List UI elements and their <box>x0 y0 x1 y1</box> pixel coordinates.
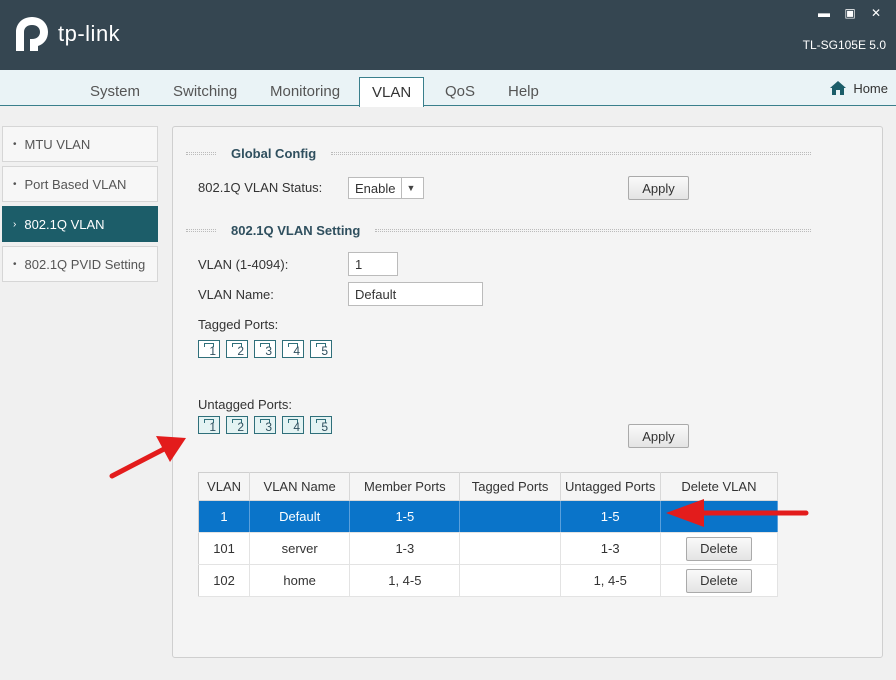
untagged-port-3[interactable]: 3 <box>254 416 276 434</box>
vlan-id-label: VLAN (1-4094): <box>198 257 289 272</box>
header-vlan-name: VLAN Name <box>249 472 351 501</box>
tab-monitoring[interactable]: Monitoring <box>270 83 340 100</box>
cell-delete: Delete <box>660 564 779 597</box>
header-untagged-ports: Untagged Ports <box>560 472 661 501</box>
cell-member-ports: 1, 4-5 <box>349 564 461 597</box>
vlan-name-label: VLAN Name: <box>198 287 274 302</box>
untagged-ports-group: 1 2 3 4 5 <box>198 416 332 434</box>
tagged-port-3[interactable]: 3 <box>254 340 276 358</box>
delete-button[interactable]: Delete <box>685 536 752 561</box>
home-link[interactable]: Home <box>829 80 888 96</box>
device-model: TL-SG105E 5.0 <box>802 38 886 52</box>
bullet-icon: • <box>13 138 17 150</box>
table-row[interactable]: 1 Default 1-5 1-5 <box>198 500 779 533</box>
sidebar-item-8021q-pvid-setting[interactable]: • 802.1Q PVID Setting <box>2 246 158 282</box>
untagged-port-1[interactable]: 1 <box>198 416 220 434</box>
tp-link-logo: tp-link <box>12 14 120 54</box>
sidebar-item-label: Port Based VLAN <box>24 176 127 192</box>
vlan-table: VLAN VLAN Name Member Ports Tagged Ports… <box>198 472 779 597</box>
cell-vlan-name: home <box>249 564 351 597</box>
cell-tagged-ports <box>459 564 561 597</box>
cell-untagged-ports: 1, 4-5 <box>560 564 661 597</box>
vlan-name-input[interactable] <box>348 282 483 306</box>
sidebar-item-label: MTU VLAN <box>24 136 91 152</box>
vlan-status-value: Enable <box>355 180 396 196</box>
global-config-title: Global Config <box>231 146 317 161</box>
section-divider <box>331 152 811 155</box>
sidebar-item-port-based-vlan[interactable]: • Port Based VLAN <box>2 166 158 202</box>
sidebar-item-label: 802.1Q VLAN <box>24 216 105 232</box>
maximize-icon[interactable]: ▣ <box>844 6 856 20</box>
tagged-ports-group: 1 2 3 4 5 <box>198 340 332 358</box>
bullet-icon: • <box>13 258 17 270</box>
close-icon[interactable]: ✕ <box>870 6 882 20</box>
table-row[interactable]: 101 server 1-3 1-3 Delete <box>198 532 779 565</box>
vlan-status-select[interactable]: Enable ▼ <box>348 177 424 199</box>
section-divider <box>186 152 216 155</box>
bullet-icon: • <box>13 178 17 190</box>
untagged-port-2[interactable]: 2 <box>226 416 248 434</box>
sidebar-item-mtu-vlan[interactable]: • MTU VLAN <box>2 126 158 162</box>
header-vlan: VLAN <box>198 472 251 501</box>
table-row[interactable]: 102 home 1, 4-5 1, 4-5 Delete <box>198 564 779 597</box>
tab-system[interactable]: System <box>90 83 140 100</box>
table-header-row: VLAN VLAN Name Member Ports Tagged Ports… <box>198 472 779 501</box>
tab-help[interactable]: Help <box>508 83 539 100</box>
tab-vlan[interactable]: VLAN <box>359 77 425 107</box>
cell-member-ports: 1-5 <box>349 500 461 533</box>
untagged-port-4[interactable]: 4 <box>282 416 304 434</box>
cell-member-ports: 1-3 <box>349 532 461 565</box>
sidebar-item-label: 802.1Q PVID Setting <box>24 256 146 272</box>
header-tagged-ports: Tagged Ports <box>459 472 561 501</box>
section-divider <box>186 229 216 232</box>
home-icon <box>830 81 847 95</box>
tagged-port-5[interactable]: 5 <box>310 340 332 358</box>
vlan-setting-title: 802.1Q VLAN Setting <box>231 223 361 238</box>
brand-name: tp-link <box>58 21 121 46</box>
header-delete-vlan: Delete VLAN <box>660 472 779 501</box>
cell-vlan: 1 <box>198 500 251 533</box>
delete-button[interactable]: Delete <box>685 568 752 593</box>
chevron-down-icon: ▼ <box>401 178 419 198</box>
cell-vlan: 101 <box>198 532 251 565</box>
cell-vlan: 102 <box>198 564 251 597</box>
sidebar-item-8021q-vlan[interactable]: › 802.1Q VLAN <box>2 206 158 242</box>
tp-link-logo-icon <box>16 17 48 51</box>
chevron-right-icon: › <box>13 218 17 230</box>
cell-untagged-ports: 1-5 <box>560 500 661 533</box>
tab-qos[interactable]: QoS <box>445 83 475 100</box>
cell-tagged-ports <box>459 532 561 565</box>
cell-delete: Delete <box>660 532 779 565</box>
tagged-port-4[interactable]: 4 <box>282 340 304 358</box>
cell-delete <box>660 500 779 533</box>
cell-tagged-ports <box>459 500 561 533</box>
tagged-ports-label: Tagged Ports: <box>198 317 279 332</box>
cell-vlan-name: Default <box>249 500 351 533</box>
global-apply-button[interactable]: Apply <box>628 176 689 200</box>
section-divider <box>375 229 811 232</box>
title-bar: tp-link ▬ ▣ ✕ TL-SG105E 5.0 <box>0 0 896 70</box>
vlan-status-label: 802.1Q VLAN Status: <box>198 180 323 195</box>
vlan-id-input[interactable] <box>348 252 398 276</box>
cell-untagged-ports: 1-3 <box>560 532 661 565</box>
vlan-setting-apply-button[interactable]: Apply <box>628 424 689 448</box>
main-tab-bar: System Switching Monitoring VLAN QoS Hel… <box>0 70 896 107</box>
cell-vlan-name: server <box>249 532 351 565</box>
tagged-port-2[interactable]: 2 <box>226 340 248 358</box>
tab-switching[interactable]: Switching <box>173 83 237 100</box>
home-label: Home <box>853 80 888 96</box>
header-member-ports: Member Ports <box>349 472 461 501</box>
tagged-port-1[interactable]: 1 <box>198 340 220 358</box>
minimize-icon[interactable]: ▬ <box>818 6 830 20</box>
untagged-ports-label: Untagged Ports: <box>198 397 292 412</box>
untagged-port-5[interactable]: 5 <box>310 416 332 434</box>
